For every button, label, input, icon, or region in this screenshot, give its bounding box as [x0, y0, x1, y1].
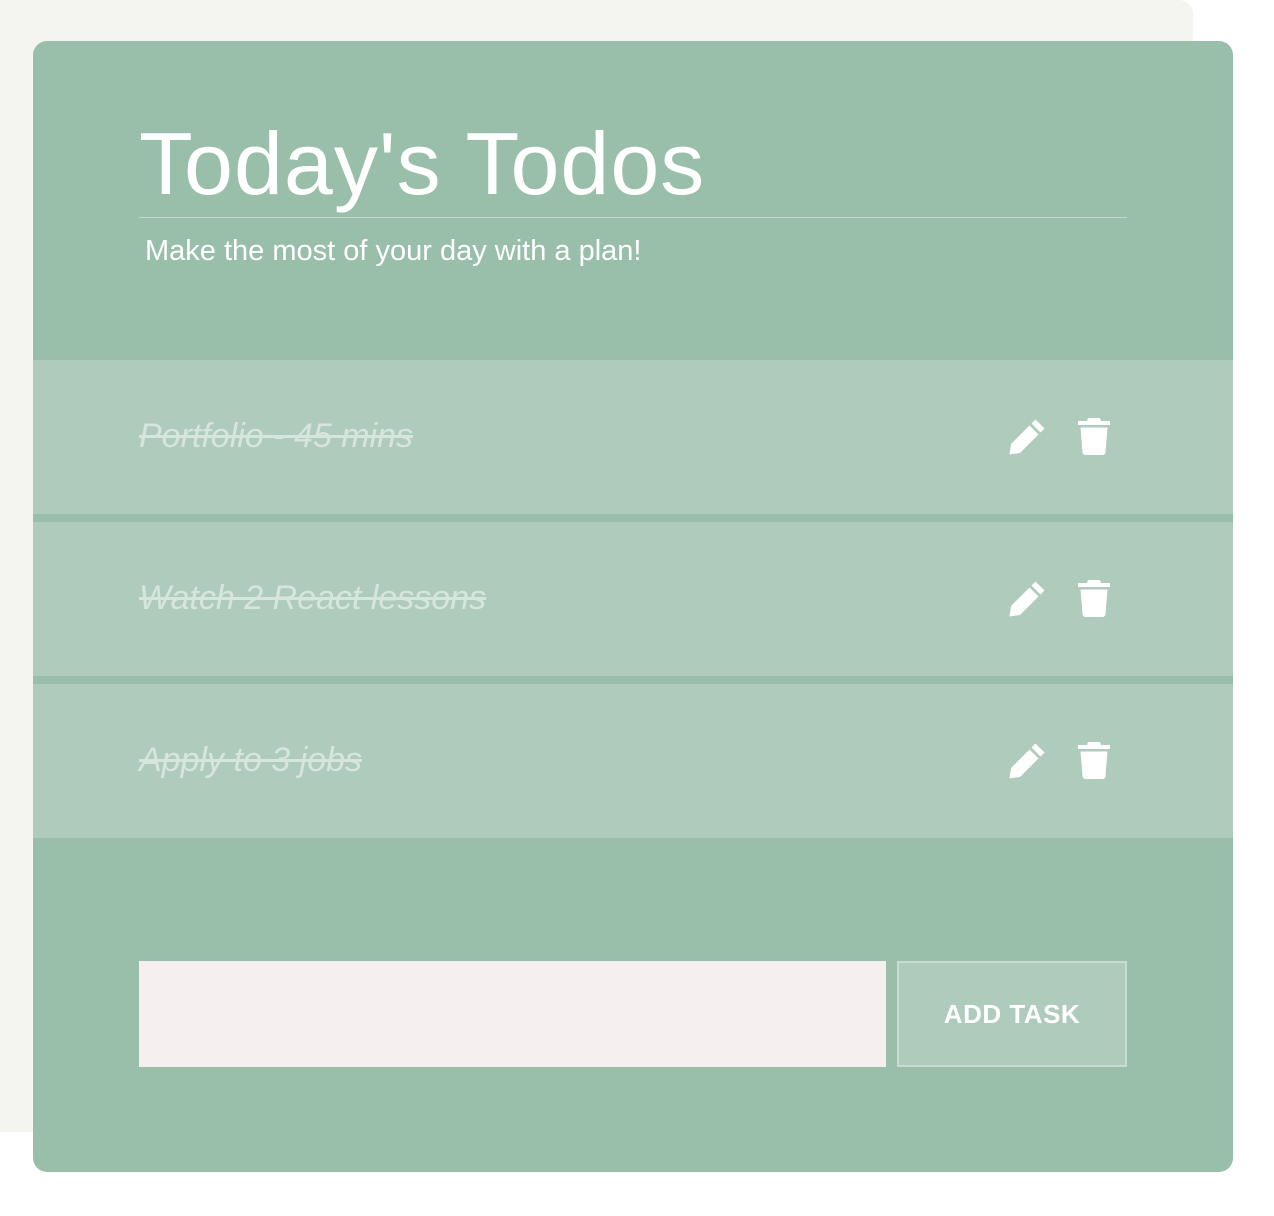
page-title: Today's Todos — [139, 119, 1127, 218]
todo-item-text[interactable]: Watch 2 React lessons — [139, 578, 486, 618]
todo-item[interactable]: Watch 2 React lessons — [33, 522, 1233, 676]
todo-item-actions — [1007, 578, 1115, 618]
page-subtitle: Make the most of your day with a plan! — [145, 235, 642, 267]
add-task-button[interactable]: ADD TASK — [897, 961, 1127, 1067]
todo-header: Today's Todos Make the most of your day … — [139, 119, 1127, 268]
todo-item-actions — [1007, 416, 1115, 456]
trash-icon[interactable] — [1073, 415, 1115, 457]
todo-item-text[interactable]: Apply to 3 jobs — [139, 740, 362, 780]
todo-item-actions — [1007, 740, 1115, 780]
todo-list: Portfolio - 45 mins Watch 2 React lesson… — [33, 360, 1233, 838]
todo-item[interactable]: Portfolio - 45 mins — [33, 360, 1233, 514]
todo-item[interactable]: Apply to 3 jobs — [33, 684, 1233, 838]
pencil-icon[interactable] — [1007, 415, 1049, 457]
add-task-form: ADD TASK — [139, 961, 1127, 1067]
pencil-icon[interactable] — [1007, 577, 1049, 619]
pencil-icon[interactable] — [1007, 739, 1049, 781]
new-task-input[interactable] — [139, 961, 886, 1067]
todo-item-text[interactable]: Portfolio - 45 mins — [139, 416, 413, 456]
trash-icon[interactable] — [1073, 577, 1115, 619]
trash-icon[interactable] — [1073, 739, 1115, 781]
todo-card: Today's Todos Make the most of your day … — [33, 41, 1233, 1172]
